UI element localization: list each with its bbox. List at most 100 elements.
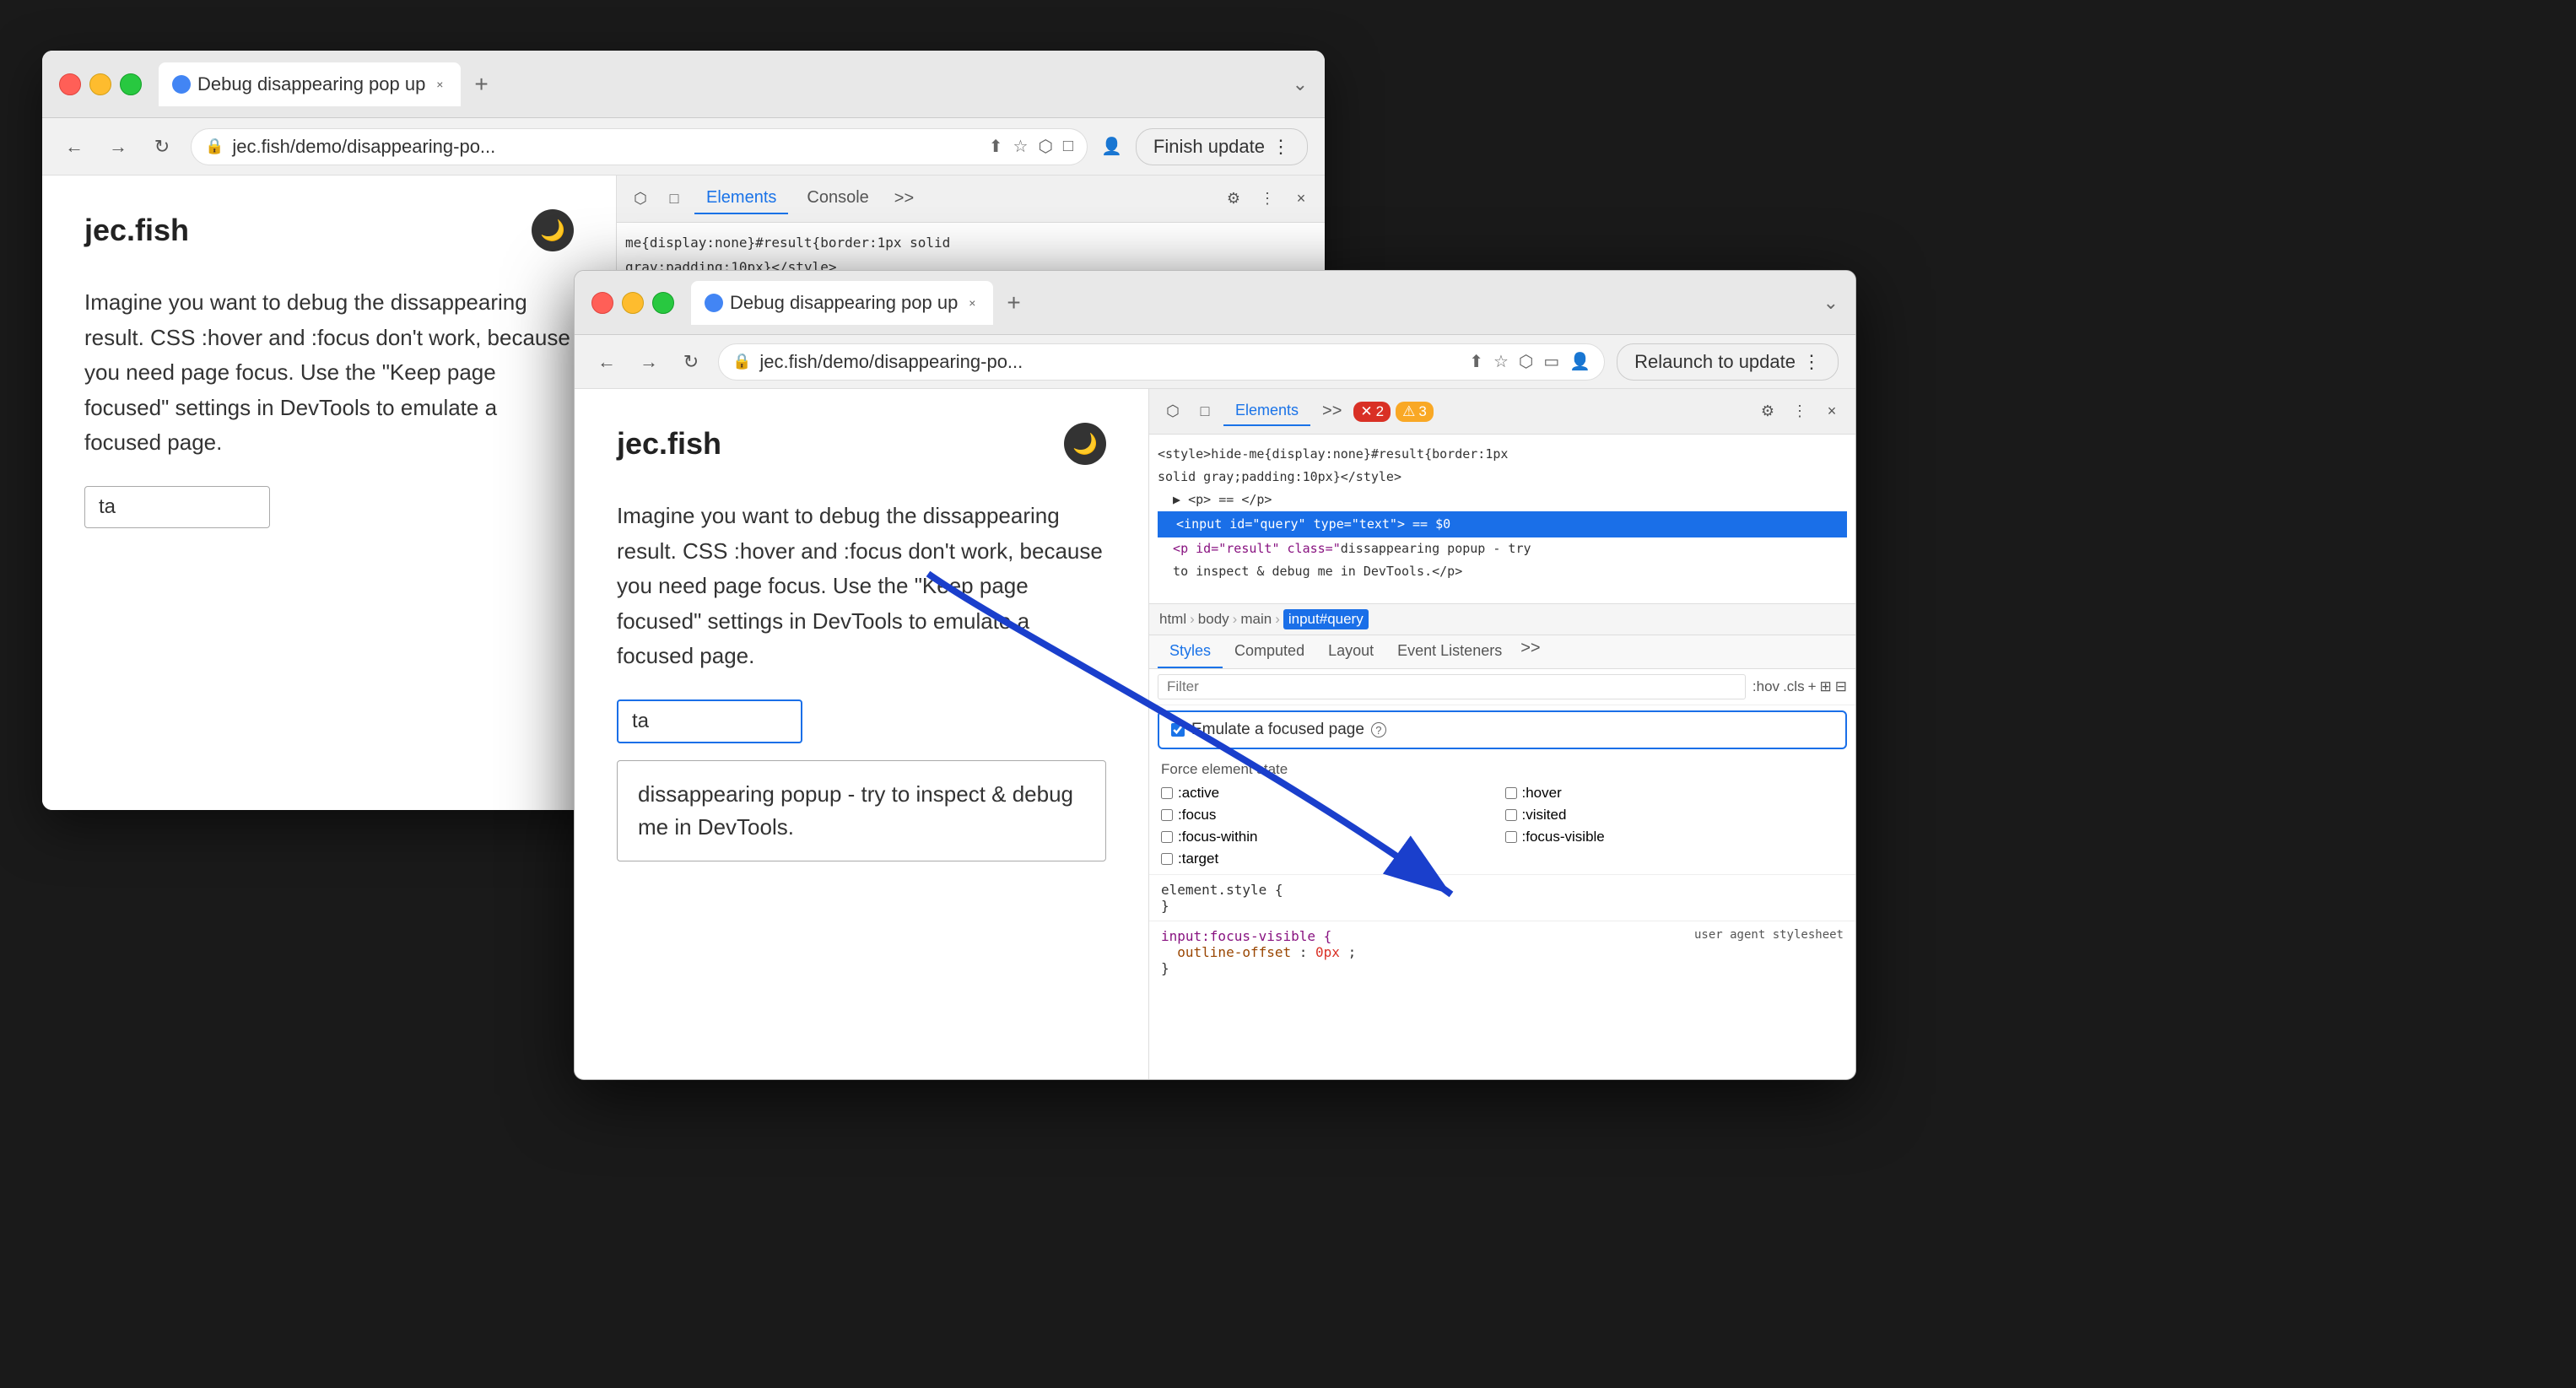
page-content-1: jec.fish 🌙 Imagine you want to debug the…: [42, 176, 616, 810]
dt-device-icon-1[interactable]: □: [661, 186, 688, 213]
tab-2[interactable]: Debug disappearing pop up ×: [691, 281, 993, 325]
expand-icon-1[interactable]: ⌄: [1293, 73, 1308, 95]
new-tab-button-1[interactable]: +: [467, 68, 494, 101]
expand-icon-2[interactable]: ⌄: [1823, 292, 1839, 314]
extension-icon-2[interactable]: □: [1063, 137, 1073, 156]
relaunch-more-icon: ⋮: [1802, 351, 1821, 373]
dt-cursor-icon-1[interactable]: ⬡: [627, 186, 654, 213]
star-icon-1[interactable]: ☆: [1013, 136, 1029, 157]
dt-tag-icon-3[interactable]: ⊟: [1835, 678, 1847, 695]
bw2-fes-active: :active: [1161, 785, 1500, 802]
tab-label-1: Debug disappearing pop up: [197, 73, 425, 95]
emulate-focused-checkbox[interactable]: [1171, 723, 1185, 737]
minimize-button-2[interactable]: [622, 292, 644, 314]
device-icon-2[interactable]: ▭: [1543, 351, 1559, 372]
lock-icon-1: 🔒: [205, 138, 224, 155]
share-icon-2[interactable]: ⬆: [1469, 351, 1483, 372]
bw2-fes-focuswithin-cb[interactable]: [1161, 831, 1173, 843]
bw2-fes-title: Force element state: [1161, 761, 1844, 778]
dt-subtab-more-2[interactable]: >>: [1514, 635, 1547, 668]
back-button-1[interactable]: ←: [59, 132, 89, 162]
dt-toolbar-1: ⬡ □ Elements Console >> ⚙ ⋮ ×: [617, 176, 1325, 223]
dt-filter-input-2[interactable]: [1158, 674, 1746, 699]
tab-close-1[interactable]: ×: [432, 77, 447, 92]
forward-button-1[interactable]: →: [103, 132, 133, 162]
moon-icon-1: 🌙: [540, 219, 565, 243]
address-bar-2[interactable]: 🔒 jec.fish/demo/disappearing-po... ⬆ ☆ ⬡…: [718, 343, 1605, 381]
dt-close-icon-1[interactable]: ×: [1288, 186, 1315, 213]
dt-cursor-icon-2[interactable]: ⬡: [1159, 398, 1186, 425]
dt-tab-elements-2[interactable]: Elements: [1223, 397, 1310, 426]
close-button-2[interactable]: [591, 292, 613, 314]
minimize-button-1[interactable]: [89, 73, 111, 95]
extension-icon-3[interactable]: ⬡: [1519, 351, 1533, 372]
dt-more-tabs-2[interactable]: >>: [1315, 398, 1348, 424]
share-icon-1[interactable]: ⬆: [989, 136, 1003, 157]
dt-close-icon-2[interactable]: ×: [1818, 398, 1845, 425]
extension-icon-1[interactable]: ⬡: [1038, 136, 1052, 157]
relaunch-to-update-button[interactable]: Relaunch to update ⋮: [1617, 343, 1839, 381]
reload-button-2[interactable]: ↻: [676, 347, 706, 377]
dt-settings-icon-1[interactable]: ⚙: [1220, 186, 1247, 213]
profile-icon-2[interactable]: 👤: [1569, 351, 1590, 372]
bw2-css-rule-2: user agent stylesheet input:focus-visibl…: [1149, 921, 1855, 983]
dark-mode-toggle-2[interactable]: 🌙: [1064, 423, 1106, 465]
tab-favicon-1: [172, 75, 191, 94]
dt-subtab-events-2[interactable]: Event Listeners: [1385, 635, 1514, 668]
traffic-lights-1: [59, 73, 142, 95]
dt-tab-elements-1[interactable]: Elements: [694, 183, 788, 214]
star-icon-2[interactable]: ☆: [1493, 351, 1509, 372]
bw2-fes-active-cb[interactable]: [1161, 787, 1173, 799]
bw2-fes-focusvisible-cb[interactable]: [1505, 831, 1517, 843]
profile-icon-1[interactable]: 👤: [1101, 136, 1122, 157]
bw2-code-line-6: to inspect & debug me in DevTools.</p>: [1158, 560, 1847, 583]
dt-subtab-computed-2[interactable]: Computed: [1223, 635, 1316, 668]
bw2-page-content: jec.fish 🌙 Imagine you want to debug the…: [575, 389, 1148, 1079]
back-button-2[interactable]: ←: [591, 347, 622, 377]
address-bar-1[interactable]: 🔒 jec.fish/demo/disappearing-po... ⬆ ☆ ⬡…: [191, 128, 1088, 165]
dt-device-icon-2[interactable]: □: [1191, 398, 1218, 425]
error-icon: ✕: [1360, 403, 1372, 420]
bw2-fes-focusvisible: :focus-visible: [1505, 829, 1844, 845]
bc-main-2[interactable]: main: [1240, 611, 1272, 628]
demo-search-input-2[interactable]: [617, 699, 802, 743]
bc-body-2[interactable]: body: [1198, 611, 1229, 628]
finish-update-button[interactable]: Finish update ⋮: [1136, 128, 1308, 165]
address-icons-2: ⬆ ☆ ⬡ ▭ 👤: [1469, 351, 1590, 372]
bw2-fes-visited-cb[interactable]: [1505, 809, 1517, 821]
dt-hov-tag-2[interactable]: :hov: [1752, 678, 1779, 695]
bw2-fes-target-cb[interactable]: [1161, 853, 1173, 865]
dt-tab-console-1[interactable]: Console: [795, 183, 880, 214]
forward-button-2[interactable]: →: [634, 347, 664, 377]
toolbar-1: ← → ↻ 🔒 jec.fish/demo/disappearing-po...…: [42, 118, 1325, 176]
bw2-fes-hover: :hover: [1505, 785, 1844, 802]
site-logo-2: jec.fish: [617, 426, 721, 462]
dt-options-icon-1[interactable]: ⋮: [1254, 186, 1281, 213]
bw2-css-comment: user agent stylesheet: [1694, 928, 1844, 942]
dark-mode-toggle-1[interactable]: 🌙: [532, 209, 574, 251]
reload-button-1[interactable]: ↻: [147, 132, 177, 162]
dt-subtab-layout-2[interactable]: Layout: [1316, 635, 1385, 668]
dt-tag-icon-2[interactable]: ⊞: [1820, 678, 1832, 695]
dt-subtab-styles-2[interactable]: Styles: [1158, 635, 1223, 668]
bw2-fes-focusvisible-label: :focus-visible: [1522, 829, 1605, 845]
dt-add-tag-2[interactable]: +: [1808, 678, 1817, 695]
close-button-1[interactable]: [59, 73, 81, 95]
dt-toolbar-2: ⬡ □ Elements >> ✕ 2 ⚠ 3 ⚙ ⋮ ×: [1149, 389, 1855, 435]
dt-settings-icon-2[interactable]: ⚙: [1754, 398, 1781, 425]
emulate-help-icon[interactable]: ?: [1371, 722, 1386, 737]
dt-cls-tag-2[interactable]: .cls: [1783, 678, 1805, 695]
dt-more-tabs-1[interactable]: >>: [888, 186, 921, 212]
bc-html-2[interactable]: html: [1159, 611, 1186, 628]
tab-close-2[interactable]: ×: [964, 295, 980, 311]
bw2-fes-hover-cb[interactable]: [1505, 787, 1517, 799]
bw2-fes-focus-cb[interactable]: [1161, 809, 1173, 821]
bc-input-2[interactable]: input#query: [1283, 609, 1369, 629]
maximize-button-1[interactable]: [120, 73, 142, 95]
maximize-button-2[interactable]: [652, 292, 674, 314]
site-header-1: jec.fish 🌙: [84, 209, 574, 251]
tab-1[interactable]: Debug disappearing pop up ×: [159, 62, 461, 106]
dt-options-icon-2[interactable]: ⋮: [1786, 398, 1813, 425]
demo-search-input-1[interactable]: [84, 486, 270, 528]
new-tab-button-2[interactable]: +: [1000, 286, 1027, 320]
